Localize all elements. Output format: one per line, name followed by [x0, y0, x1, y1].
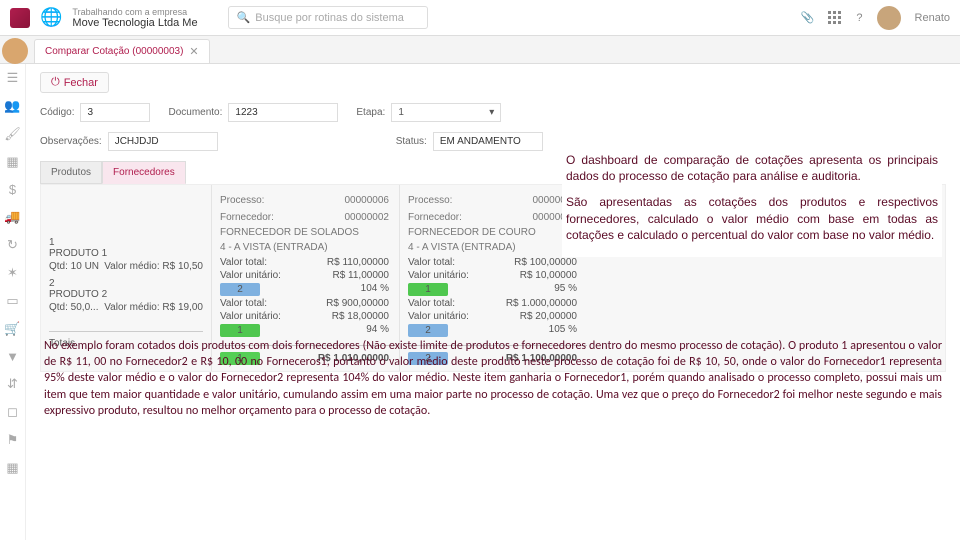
help-icon[interactable]: ? — [856, 12, 862, 24]
apps-grid-icon[interactable] — [828, 11, 842, 25]
explanation-text: No exemplo foram cotados dois produtos c… — [44, 338, 942, 419]
company-name: Move Tecnologia Ltda Me — [72, 17, 197, 29]
documento-label: Documento: — [168, 107, 222, 118]
truck-icon[interactable]: 🚚 — [4, 209, 20, 225]
tab-fornecedores[interactable]: Fornecedores — [102, 161, 186, 184]
rank-badge: 2 — [408, 324, 448, 337]
form-row-1: Código: Documento: Etapa: 1▾ — [40, 103, 946, 122]
search-icon: 🔍 — [237, 11, 251, 24]
refresh-icon[interactable]: ↻ — [7, 237, 18, 253]
close-button[interactable]: ⏻ Fechar — [40, 72, 109, 93]
codigo-field[interactable] — [80, 103, 150, 122]
paint-icon[interactable]: 🖌 — [4, 126, 21, 142]
documento-field[interactable] — [228, 103, 338, 122]
sidebar-avatar[interactable] — [2, 38, 28, 64]
callout-p2: São apresentadas as cotações dos produto… — [566, 194, 938, 243]
company-label: Trabalhando com a empresa — [72, 7, 197, 17]
chevron-down-icon: ▾ — [489, 107, 494, 118]
rank-badge: 1 — [408, 283, 448, 296]
menu-icon[interactable]: ☰ — [7, 70, 19, 86]
users-icon[interactable]: 👥 — [4, 98, 20, 114]
close-label: Fechar — [64, 77, 98, 89]
product-row: 1 PRODUTO 1 Qtd: 10 UNValor médio: R$ 10… — [49, 237, 203, 272]
note-icon[interactable]: ◻ — [7, 404, 18, 420]
sort-icon[interactable]: ⇵ — [7, 376, 18, 392]
observacoes-label: Observações: — [40, 136, 102, 147]
product-row: 2 PRODUTO 2 Qtd: 50,0...Valor médio: R$ … — [49, 278, 203, 313]
calendar-icon[interactable]: ▦ — [6, 154, 18, 170]
avatar[interactable] — [877, 6, 901, 30]
tab-comparar-cotacao[interactable]: Comparar Cotação (00000003) ✕ — [34, 39, 210, 63]
rank-badge: 2 — [220, 283, 260, 296]
callout-box: O dashboard de comparação de cotações ap… — [562, 148, 942, 257]
filter-icon[interactable]: ▼ — [6, 349, 19, 364]
callout-p1: O dashboard de comparação de cotações ap… — [566, 152, 938, 184]
tabstrip: Comparar Cotação (00000003) ✕ — [0, 36, 960, 64]
etapa-select[interactable]: 1▾ — [391, 103, 501, 122]
globe-icon[interactable]: 🌐 — [40, 7, 62, 28]
card-icon[interactable]: ▭ — [6, 293, 18, 309]
user-name: Renato — [915, 12, 950, 24]
paperclip-icon[interactable]: 📎 — [801, 11, 815, 24]
cart-icon[interactable]: 🛒 — [4, 321, 20, 337]
etapa-label: Etapa: — [356, 107, 385, 118]
topbar: 🌐 Trabalhando com a empresa Move Tecnolo… — [0, 0, 960, 36]
grid-nav-icon[interactable]: ▦ — [6, 460, 18, 476]
search-input[interactable]: 🔍 Busque por rotinas do sistema — [228, 6, 428, 29]
rank-badge: 1 — [220, 324, 260, 337]
sidebar: ☰ 👥 🖌 ▦ $ 🚚 ↻ ✶ ▭ 🛒 ▼ ⇵ ◻ ⚑ ▦ — [0, 64, 26, 540]
app-logo-icon — [10, 8, 30, 28]
status-label: Status: — [396, 136, 427, 147]
chart-icon[interactable]: ✶ — [7, 265, 18, 281]
tab-title: Comparar Cotação (00000003) — [45, 46, 183, 57]
search-placeholder: Busque por rotinas do sistema — [255, 12, 404, 24]
codigo-label: Código: — [40, 107, 74, 118]
close-icon[interactable]: ✕ — [189, 45, 198, 58]
tab-produtos[interactable]: Produtos — [40, 161, 102, 184]
observacoes-field[interactable] — [108, 132, 218, 151]
money-icon[interactable]: $ — [9, 182, 16, 197]
flag-icon[interactable]: ⚑ — [7, 432, 19, 448]
status-field[interactable] — [433, 132, 543, 151]
power-icon: ⏻ — [51, 76, 60, 89]
company-selector[interactable]: Trabalhando com a empresa Move Tecnologi… — [72, 7, 197, 29]
